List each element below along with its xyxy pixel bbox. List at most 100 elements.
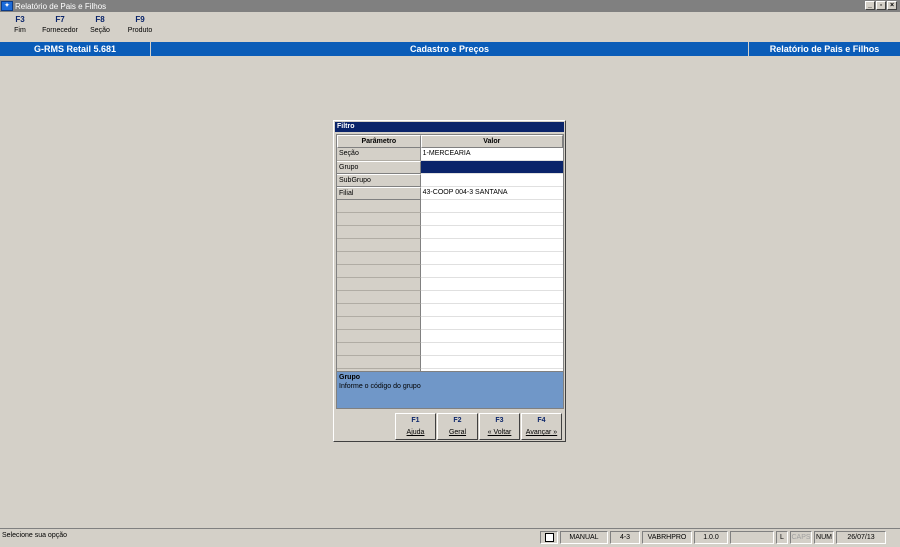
help-button[interactable]: F1 Ajuda xyxy=(395,413,436,440)
value-cell[interactable] xyxy=(420,174,563,187)
grid-row-secao[interactable]: Seção 1-MERCEARIA xyxy=(337,148,563,161)
help-panel: Grupo Informe o código do grupo xyxy=(336,371,564,409)
empty-row xyxy=(337,278,563,291)
dialog-title: Filtro xyxy=(335,122,564,132)
status-caps: CAPS xyxy=(790,531,812,544)
empty-param xyxy=(337,265,421,278)
next-button[interactable]: F4 Avançar » xyxy=(521,413,562,440)
empty-value xyxy=(420,265,563,278)
toolbar-key: F8 xyxy=(95,15,105,24)
button-key: F3 xyxy=(495,417,504,424)
empty-param xyxy=(337,278,421,291)
empty-row xyxy=(337,304,563,317)
empty-value xyxy=(420,278,563,291)
empty-value xyxy=(420,356,563,369)
value-cell[interactable]: 1-MERCEARIA xyxy=(420,148,563,161)
status-bar: Selecione sua opção MANUAL 4-3 VABRHPRO … xyxy=(0,528,900,547)
status-code: 4-3 xyxy=(610,531,640,544)
status-mode: MANUAL xyxy=(560,531,608,544)
empty-row xyxy=(337,265,563,278)
toolbar-label: Fim xyxy=(14,27,26,34)
empty-param xyxy=(337,343,421,356)
param-label: Grupo xyxy=(337,161,421,174)
close-icon[interactable]: × xyxy=(887,1,897,10)
app-icon: ✦ xyxy=(1,1,13,11)
empty-value xyxy=(420,213,563,226)
status-date: 26/07/13 xyxy=(836,531,886,544)
minimize-icon[interactable]: _ xyxy=(865,1,875,10)
status-num: NUM xyxy=(814,531,834,544)
empty-row xyxy=(337,343,563,356)
empty-row xyxy=(337,213,563,226)
empty-value xyxy=(420,200,563,213)
empty-param xyxy=(337,252,421,265)
status-l: L xyxy=(776,531,788,544)
toolbar-key: F9 xyxy=(135,15,145,24)
empty-row xyxy=(337,291,563,304)
header-report: Relatório de Pais e Filhos xyxy=(769,44,880,54)
empty-row xyxy=(337,239,563,252)
empty-value xyxy=(420,317,563,330)
toolbar-label: Produto xyxy=(127,27,153,34)
empty-value xyxy=(420,291,563,304)
grid-header: Parâmetro Valor xyxy=(337,135,563,148)
value-cell[interactable]: 43-COOP 004-3 SANTANA xyxy=(420,187,563,200)
button-key: F4 xyxy=(537,417,546,424)
help-text: Informe o código do grupo xyxy=(339,383,421,390)
dialog-buttons: F1 Ajuda F2 Geral F3 « Voltar F4 Avançar… xyxy=(395,413,562,440)
empty-row xyxy=(337,356,563,369)
empty-row xyxy=(337,252,563,265)
button-key: F2 xyxy=(453,417,462,424)
empty-value xyxy=(420,239,563,252)
header-module: Cadastro e Preços xyxy=(151,42,749,56)
empty-row xyxy=(337,226,563,239)
window-controls: _ ▫ × xyxy=(865,1,897,10)
empty-value xyxy=(420,304,563,317)
param-label: SubGrupo xyxy=(337,174,421,187)
column-header-valor: Valor xyxy=(420,135,563,148)
header-product: G-RMS Retail 5.681 xyxy=(0,42,151,56)
empty-param xyxy=(337,226,421,239)
status-message: Selecione sua opção xyxy=(2,532,67,539)
column-header-parametro: Parâmetro xyxy=(337,135,421,148)
empty-param xyxy=(337,317,421,330)
button-label: Geral xyxy=(448,429,467,436)
empty-param xyxy=(337,330,421,343)
function-toolbar: F3 Fim F7 Fornecedor F8 Seção F9 Produto xyxy=(0,15,160,41)
toolbar-button-fornecedor[interactable]: F7 Fornecedor xyxy=(40,15,80,41)
button-key: F1 xyxy=(411,417,420,424)
help-title: Grupo xyxy=(339,374,360,381)
status-empty xyxy=(730,531,774,544)
empty-row xyxy=(337,317,563,330)
status-version: 1.0.0 xyxy=(694,531,728,544)
empty-value xyxy=(420,226,563,239)
general-button[interactable]: F2 Geral xyxy=(437,413,478,440)
window-title: Relatório de Pais e Filhos xyxy=(15,1,107,11)
grid-row-subgrupo[interactable]: SubGrupo xyxy=(337,174,563,187)
toolbar-button-produto[interactable]: F9 Produto xyxy=(120,15,160,41)
empty-row xyxy=(337,200,563,213)
toolbar-button-fim[interactable]: F3 Fim xyxy=(0,15,40,41)
param-label: Seção xyxy=(337,148,421,161)
maximize-icon[interactable]: ▫ xyxy=(876,1,886,10)
param-label: Filial xyxy=(337,187,421,200)
empty-param xyxy=(337,356,421,369)
empty-param xyxy=(337,213,421,226)
button-label: « Voltar xyxy=(487,429,512,436)
empty-param xyxy=(337,200,421,213)
empty-param xyxy=(337,304,421,317)
grid-row-filial[interactable]: Filial 43-COOP 004-3 SANTANA xyxy=(337,187,563,200)
back-button[interactable]: F3 « Voltar xyxy=(479,413,520,440)
toolbar-button-secao[interactable]: F8 Seção xyxy=(80,15,120,41)
toolbar-key: F7 xyxy=(55,15,65,24)
empty-value xyxy=(420,330,563,343)
empty-value xyxy=(420,343,563,356)
value-cell-selected[interactable] xyxy=(420,161,563,174)
filter-dialog: Filtro Parâmetro Valor Seção 1-MERCEARIA… xyxy=(333,120,566,442)
empty-param xyxy=(337,291,421,304)
empty-value xyxy=(420,252,563,265)
grid-row-grupo[interactable]: Grupo xyxy=(337,161,563,174)
module-header: G-RMS Retail 5.681 Cadastro e Preços Rel… xyxy=(0,42,900,56)
toolbar-label: Fornecedor xyxy=(42,27,78,34)
button-label: Ajuda xyxy=(406,429,425,436)
